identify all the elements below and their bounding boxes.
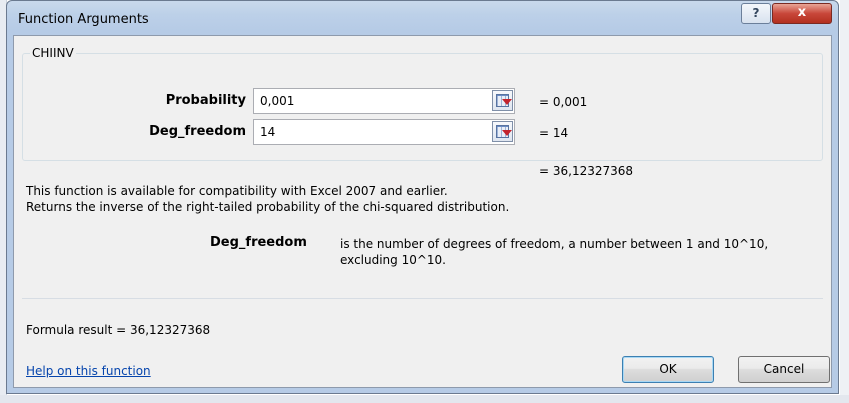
deg-freedom-result: = 14	[539, 126, 569, 140]
function-name-label: CHIINV	[30, 46, 76, 60]
dialog-title: Function Arguments	[18, 12, 149, 27]
close-button[interactable]: x	[772, 3, 832, 24]
function-result: = 36,12327368	[539, 164, 634, 178]
question-mark-icon: ?	[752, 6, 760, 20]
deg-freedom-ref-button[interactable]	[492, 121, 513, 142]
probability-ref-button[interactable]	[492, 90, 513, 111]
deg-freedom-input[interactable]	[253, 119, 515, 145]
probability-result: = 0,001	[539, 95, 588, 109]
arrow-icon	[502, 130, 512, 136]
dialog-body: CHIINV Probability = 0,001 Deg_freedom =…	[13, 35, 832, 388]
param-help-text-1: is the number of degrees of freedom, a n…	[340, 237, 769, 251]
compatibility-note: This function is available for compatibi…	[26, 184, 448, 198]
close-icon: x	[797, 5, 807, 20]
function-description: Returns the inverse of the right-tailed …	[26, 200, 510, 214]
spreadsheet-background-right	[840, 0, 849, 403]
help-button[interactable]: ?	[741, 3, 771, 24]
arrow-icon	[502, 99, 512, 105]
title-bar[interactable]: Function Arguments ? x	[7, 1, 838, 35]
spreadsheet-background-bottom	[0, 395, 849, 403]
ok-button[interactable]: OK	[622, 356, 714, 383]
formula-result: Formula result = 36,12327368	[26, 323, 211, 337]
param-help-text-2: excluding 10^10.	[340, 253, 446, 267]
probability-label: Probability	[165, 93, 246, 108]
param-help-name: Deg_freedom	[210, 235, 307, 250]
probability-input[interactable]	[253, 88, 515, 114]
help-on-function-link[interactable]: Help on this function	[26, 364, 151, 378]
deg-freedom-label: Deg_freedom	[149, 124, 246, 139]
divider	[22, 298, 823, 299]
cancel-button[interactable]: Cancel	[738, 356, 830, 383]
function-arguments-dialog: Function Arguments ? x CHIINV Probabilit…	[6, 0, 839, 394]
